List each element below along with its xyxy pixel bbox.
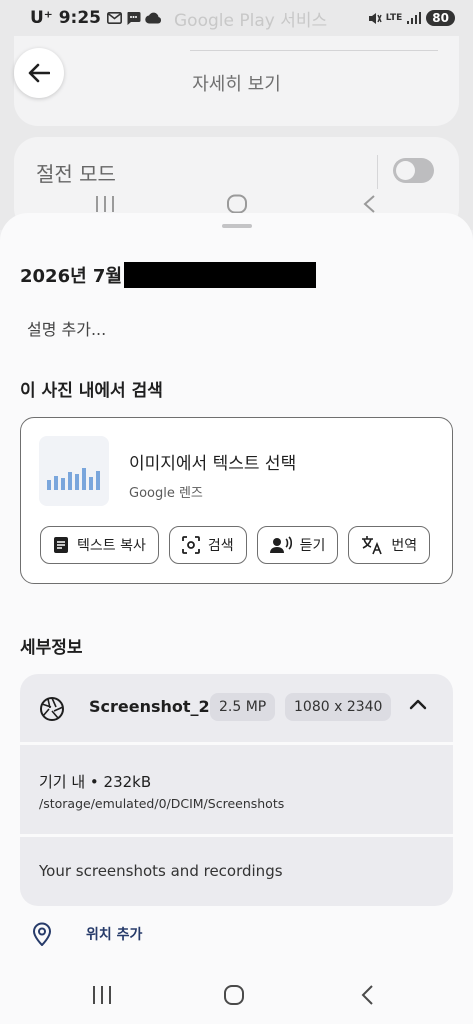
thumb-bar bbox=[96, 471, 100, 490]
sheet-drag-handle[interactable] bbox=[222, 224, 252, 228]
search-chip[interactable]: 검색 bbox=[168, 526, 247, 564]
add-description-field[interactable]: 설명 추가... bbox=[27, 316, 106, 340]
status-time: U⁺ 9:25 bbox=[30, 8, 101, 28]
megapixel-badge: 2.5 MP bbox=[210, 693, 276, 721]
system-status-icons: LTE 80 bbox=[368, 10, 455, 26]
translate-chip[interactable]: 번역 bbox=[348, 526, 431, 564]
power-mode-label: 절전 모드 bbox=[36, 162, 116, 186]
search-section-title: 이 사진 내에서 검색 bbox=[20, 381, 163, 401]
ghost-notification-text: Google Play 서비스 bbox=[174, 10, 328, 31]
lens-subtitle: Google 렌즈 bbox=[129, 486, 203, 501]
translate-chip-label: 번역 bbox=[391, 538, 418, 554]
listen-chip[interactable]: 듣기 bbox=[256, 526, 339, 564]
lens-action-chips: 텍스트 복사 검색 듣기 번역 bbox=[40, 526, 431, 564]
resolution-badge: 1080 x 2340 bbox=[285, 693, 392, 721]
mail-icon bbox=[107, 12, 122, 24]
home-button[interactable] bbox=[223, 984, 245, 1006]
storage-path: /storage/emulated/0/DCIM/Screenshots bbox=[39, 796, 285, 811]
document-icon bbox=[54, 537, 68, 553]
copy-text-chip[interactable]: 텍스트 복사 bbox=[40, 526, 159, 564]
add-location-row[interactable]: 위치 추가 bbox=[32, 922, 142, 946]
lens-title: 이미지에서 텍스트 선택 bbox=[129, 454, 297, 474]
recents-icon bbox=[96, 196, 114, 212]
battery-indicator: 80 bbox=[426, 10, 455, 26]
storage-info-row: 기기 내 • 232kB /storage/emulated/0/DCIM/Sc… bbox=[20, 745, 453, 834]
photo-date: 2026년 7월 bbox=[20, 266, 123, 287]
thumb-bar bbox=[47, 480, 51, 490]
carrier-label: U⁺ bbox=[30, 8, 53, 28]
network-type: LTE bbox=[385, 13, 403, 23]
screenshot-thumbnail bbox=[39, 436, 109, 506]
file-info-header[interactable]: Screenshot_2... 2.5 MP 1080 x 2340 bbox=[20, 674, 453, 742]
thumb-bar bbox=[75, 474, 79, 490]
thumb-bar bbox=[61, 478, 65, 490]
translate-icon bbox=[362, 536, 383, 555]
navigation-bar bbox=[0, 975, 473, 1015]
details-card: Screenshot_2... 2.5 MP 1080 x 2340 기기 내 … bbox=[20, 674, 453, 906]
lens-search-icon bbox=[181, 536, 200, 554]
listen-chip-label: 듣기 bbox=[299, 538, 326, 554]
add-location-label: 위치 추가 bbox=[86, 927, 143, 943]
background-page-title: 자세히 보기 bbox=[192, 74, 281, 95]
album-row[interactable]: Your screenshots and recordings bbox=[20, 837, 453, 906]
google-lens-card[interactable]: 이미지에서 텍스트 선택 Google 렌즈 텍스트 복사 검색 듣기 번역 bbox=[20, 417, 453, 584]
toggle-separator bbox=[377, 155, 378, 189]
camera-shutter-icon bbox=[40, 697, 64, 721]
date-row[interactable]: 2026년 7월 bbox=[20, 262, 317, 288]
copy-text-label: 텍스트 복사 bbox=[77, 538, 146, 554]
album-name: Your screenshots and recordings bbox=[39, 862, 283, 880]
power-mode-toggle[interactable] bbox=[393, 158, 434, 183]
thumb-bar bbox=[68, 472, 72, 490]
back-nav-icon bbox=[363, 195, 375, 213]
listen-icon bbox=[269, 536, 292, 553]
background-divider bbox=[190, 50, 438, 51]
search-chip-label: 검색 bbox=[207, 538, 234, 554]
recents-button[interactable] bbox=[91, 985, 113, 1005]
thumb-bar bbox=[82, 468, 86, 490]
home-icon bbox=[227, 194, 247, 214]
notification-icons bbox=[107, 11, 162, 25]
thumb-bar bbox=[54, 476, 58, 490]
redacted-block bbox=[124, 262, 317, 288]
chat-icon bbox=[127, 12, 141, 25]
cloud-icon bbox=[145, 12, 162, 24]
thumb-bar bbox=[89, 477, 93, 490]
clock: 9:25 bbox=[58, 8, 101, 28]
details-section-title: 세부정보 bbox=[20, 638, 83, 658]
storage-size: 기기 내 • 232kB bbox=[39, 773, 152, 791]
mute-icon bbox=[368, 12, 382, 24]
file-name: Screenshot_2... bbox=[89, 697, 228, 716]
signal-icon bbox=[407, 11, 422, 24]
chevron-up-icon[interactable] bbox=[409, 698, 427, 710]
back-nav-button[interactable] bbox=[360, 984, 374, 1006]
status-bar: U⁺ 9:25 Google Play 서비스 LTE 80 bbox=[0, 0, 473, 36]
location-pin-icon bbox=[32, 922, 52, 946]
